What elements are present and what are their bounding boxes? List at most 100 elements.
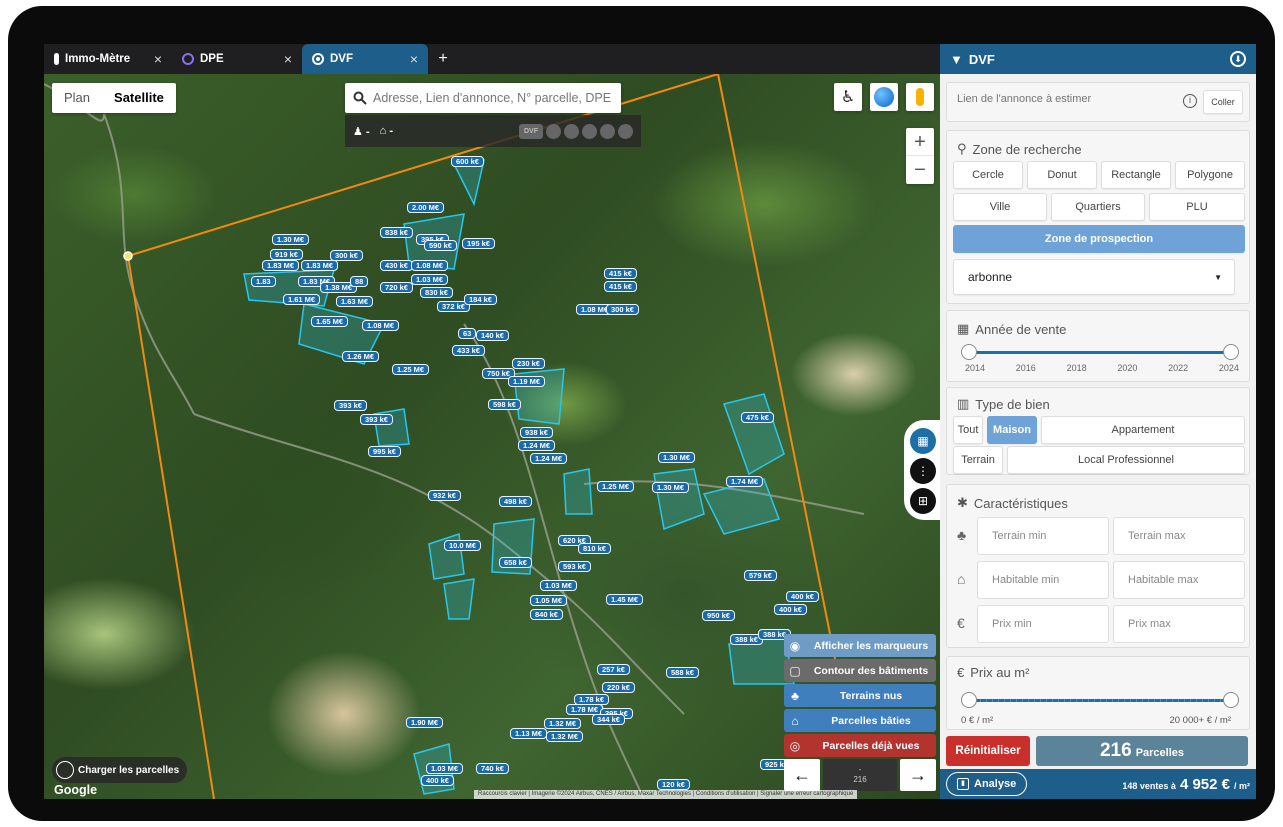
map-attribution[interactable]: Raccourcis clavier | Imagerie ©2024 Airb…: [474, 790, 858, 799]
price-tag[interactable]: 498 k€: [499, 496, 532, 507]
price-tag[interactable]: 220 k€: [602, 682, 635, 693]
price-tag[interactable]: 300 k€: [606, 304, 639, 315]
price-tag[interactable]: 838 k€: [380, 227, 413, 238]
info-icon[interactable]: i: [1183, 94, 1197, 108]
user-chip-icon[interactable]: [618, 123, 633, 139]
zone-quartiers-button[interactable]: Quartiers: [1051, 193, 1145, 221]
price-tag[interactable]: 1.30 M€: [652, 482, 690, 493]
prev-button[interactable]: ←: [784, 759, 820, 791]
habitable-max-input[interactable]: Habitable max: [1113, 561, 1245, 599]
zone-vertex[interactable]: [123, 251, 133, 261]
price-tag[interactable]: 1.05 M€: [530, 595, 568, 606]
price-tag[interactable]: 938 k€: [520, 427, 553, 438]
legend-item[interactable]: ◎ Parcelles déjà vues: [784, 734, 936, 757]
download-icon[interactable]: ⬇: [1230, 51, 1246, 67]
price-tag[interactable]: 600 k€: [451, 156, 484, 167]
price-tag[interactable]: 400 k€: [786, 591, 819, 602]
year-slider-min-handle[interactable]: [961, 344, 977, 360]
price-tag[interactable]: 1.03 M€: [540, 580, 578, 591]
zone-plu-button[interactable]: PLU: [1149, 193, 1245, 221]
grid-button[interactable]: ⊞: [910, 488, 936, 514]
price-tag[interactable]: 830 k€: [420, 287, 453, 298]
price-tag[interactable]: 1.26 M€: [342, 351, 380, 362]
price-tag[interactable]: 195 k€: [462, 238, 495, 249]
search-input[interactable]: [373, 91, 613, 105]
price-tag[interactable]: 430 k€: [380, 260, 413, 271]
terrain-min-input[interactable]: Terrain min: [977, 517, 1109, 555]
price-tag[interactable]: 1.83 M€: [262, 260, 300, 271]
type-tout-button[interactable]: Tout: [953, 416, 983, 444]
zone-donut-button[interactable]: Donut: [1027, 161, 1097, 189]
parcel[interactable]: [563, 468, 593, 515]
price-tag[interactable]: 415 k€: [604, 268, 637, 279]
close-icon[interactable]: ×: [154, 51, 162, 67]
price-tag[interactable]: 840 k€: [530, 609, 563, 620]
year-slider-max-handle[interactable]: [1223, 344, 1239, 360]
price-tag[interactable]: 1.08 M€: [411, 260, 449, 271]
price-tag[interactable]: 1.25 M€: [597, 481, 635, 492]
price-tag[interactable]: 995 k€: [368, 446, 401, 457]
city-select[interactable]: arbonne ▼: [953, 259, 1235, 295]
price-tag[interactable]: 1.32 M€: [544, 718, 582, 729]
price-tag[interactable]: 433 k€: [452, 345, 485, 356]
price-min-input[interactable]: Prix min: [977, 605, 1109, 643]
close-icon[interactable]: ×: [284, 51, 292, 67]
price-tag[interactable]: 415 k€: [604, 281, 637, 292]
price-tag[interactable]: 740 k€: [476, 763, 509, 774]
analyse-button[interactable]: ▮ Analyse: [946, 772, 1028, 796]
price-tag[interactable]: 120 k€: [657, 779, 690, 790]
price-slider-max-handle[interactable]: [1223, 692, 1239, 708]
price-tag[interactable]: 1.65 M€: [311, 316, 349, 327]
more-options-button[interactable]: ⋮: [910, 458, 936, 484]
year-slider-track[interactable]: [961, 344, 1239, 360]
legend-item[interactable]: ▢ Contour des bâtiments: [784, 659, 936, 682]
price-tag[interactable]: 475 k€: [741, 412, 774, 423]
price-tag[interactable]: 1.13 M€: [510, 728, 548, 739]
reset-button[interactable]: Réinitialiser: [946, 736, 1030, 766]
price-tag[interactable]: 590 k€: [424, 240, 457, 251]
price-tag[interactable]: 1.25 M€: [392, 364, 430, 375]
price-tag[interactable]: 579 k€: [744, 570, 777, 581]
map-type-plan[interactable]: Plan: [52, 83, 102, 113]
zone-ville-button[interactable]: Ville: [953, 193, 1047, 221]
price-tag[interactable]: 720 k€: [380, 282, 413, 293]
price-tag[interactable]: 257 k€: [597, 664, 630, 675]
price-tag[interactable]: 1.24 M€: [530, 453, 568, 464]
terrain-max-input[interactable]: Terrain max: [1113, 517, 1245, 555]
price-tag[interactable]: 140 k€: [476, 330, 509, 341]
price-tag[interactable]: 1.45 M€: [606, 594, 644, 605]
map-view-button[interactable]: ▦: [910, 428, 936, 454]
price-tag[interactable]: 400 k€: [421, 775, 454, 786]
tab-immo-metre[interactable]: Immo-Mètre ×: [44, 44, 172, 74]
price-tag[interactable]: 230 k€: [512, 358, 545, 369]
price-tag[interactable]: 393 k€: [334, 400, 367, 411]
zone-polygone-button[interactable]: Polygone: [1175, 161, 1245, 189]
price-slider-min-handle[interactable]: [961, 692, 977, 708]
price-tag[interactable]: 1.30 M€: [272, 234, 310, 245]
zone-rectangle-button[interactable]: Rectangle: [1101, 161, 1171, 189]
zoom-out-button[interactable]: −: [906, 156, 934, 184]
load-parcels-button[interactable]: Charger les parcelles: [52, 757, 188, 783]
habitable-min-input[interactable]: Habitable min: [977, 561, 1109, 599]
new-tab-button[interactable]: +: [428, 44, 458, 74]
price-tag[interactable]: 1.32 M€: [546, 731, 584, 742]
price-tag[interactable]: 1.03 M€: [411, 274, 449, 285]
price-tag[interactable]: 1.30 M€: [658, 452, 696, 463]
price-tag[interactable]: 184 k€: [464, 294, 497, 305]
price-tag[interactable]: 1.63 M€: [336, 296, 374, 307]
map-type-satellite[interactable]: Satellite: [102, 83, 176, 113]
parcel[interactable]: [443, 578, 475, 620]
price-tag[interactable]: 1.61 M€: [283, 294, 321, 305]
price-tag[interactable]: 1.74 M€: [726, 476, 764, 487]
price-tag[interactable]: 63: [458, 328, 477, 339]
link-chip-icon[interactable]: [564, 123, 579, 139]
layers-button[interactable]: [870, 83, 898, 111]
parcel-count[interactable]: 216 Parcelles: [1036, 736, 1248, 766]
list-chip-icon[interactable]: [600, 123, 615, 139]
tab-dvf[interactable]: DVF ×: [302, 44, 428, 74]
price-tag[interactable]: 10.0 M€: [444, 540, 482, 551]
price-max-input[interactable]: Prix max: [1113, 605, 1245, 643]
type-local-button[interactable]: Local Professionnel: [1007, 446, 1245, 474]
price-tag[interactable]: 393 k€: [360, 414, 393, 425]
price-tag[interactable]: 588 k€: [666, 667, 699, 678]
